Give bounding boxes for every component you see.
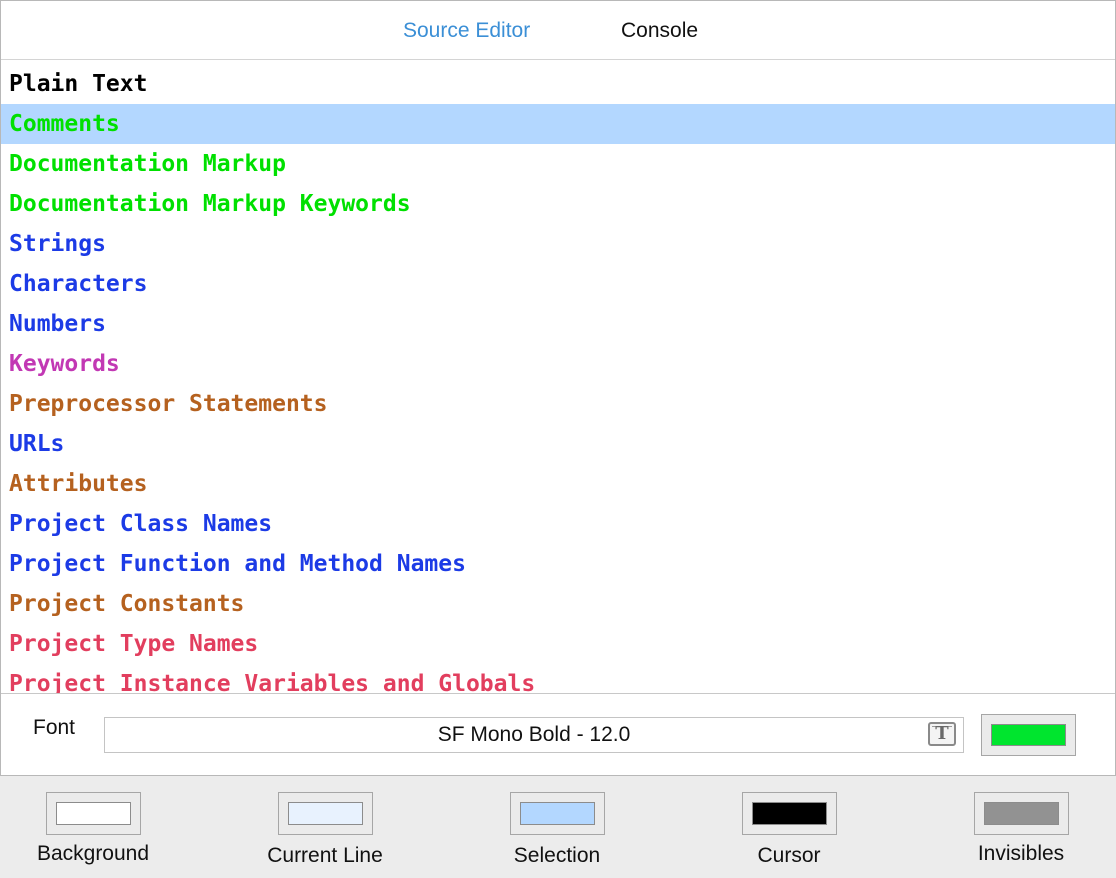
color-label: Selection (513, 844, 601, 867)
text-color-well[interactable] (981, 714, 1076, 756)
font-T-icon[interactable] (928, 722, 956, 746)
syntax-item[interactable]: Numbers (1, 304, 1115, 344)
color-swatch (984, 802, 1059, 825)
color-option-background: Background (0, 776, 209, 878)
color-option-current-line: Current Line (209, 776, 441, 878)
text-color-swatch (991, 724, 1066, 746)
syntax-item[interactable]: URLs (1, 424, 1115, 464)
syntax-item[interactable]: Project Function and Method Names (1, 544, 1115, 584)
syntax-item[interactable]: Attributes (1, 464, 1115, 504)
color-well[interactable] (974, 792, 1069, 835)
color-well[interactable] (46, 792, 141, 835)
color-swatch (288, 802, 363, 825)
syntax-item[interactable]: Keywords (1, 344, 1115, 384)
color-well[interactable] (742, 792, 837, 835)
color-well[interactable] (278, 792, 373, 835)
color-option-selection: Selection (441, 776, 673, 878)
font-row: Font SF Mono Bold - 12.0 (1, 694, 1115, 775)
syntax-item[interactable]: Characters (1, 264, 1115, 304)
color-label: Cursor (757, 844, 821, 867)
syntax-item[interactable]: Strings (1, 224, 1115, 264)
syntax-category-list[interactable]: Plain Text Comments Documentation Markup Do… (1, 64, 1115, 694)
color-label: Background (36, 842, 150, 865)
editor-colors-bar: Background Current Line Selection Cursor Inv… (0, 776, 1116, 878)
syntax-item[interactable]: Project Instance Variables and Globals (1, 664, 1115, 693)
font-label: Font (33, 716, 76, 739)
color-label: Current Line (267, 844, 383, 867)
tab-source-editor[interactable]: Source Editor (403, 18, 530, 44)
syntax-item[interactable]: Plain Text (1, 64, 1115, 104)
syntax-item[interactable]: Project Class Names (1, 504, 1115, 544)
tab-console[interactable]: Console (621, 18, 698, 44)
syntax-item[interactable]: Documentation Markup Keywords (1, 184, 1115, 224)
color-swatch (520, 802, 595, 825)
color-option-cursor: Cursor (673, 776, 905, 878)
font-field: SF Mono Bold - 12.0 (104, 717, 964, 753)
color-swatch (752, 802, 827, 825)
syntax-item[interactable]: Preprocessor Statements (1, 384, 1115, 424)
syntax-item[interactable]: Project Constants (1, 584, 1115, 624)
color-well[interactable] (510, 792, 605, 835)
color-label: Invisibles (977, 842, 1065, 865)
tab-bar: Source Editor Console (1, 1, 1115, 60)
syntax-item[interactable]: Documentation Markup (1, 144, 1115, 184)
syntax-item[interactable]: Project Type Names (1, 624, 1115, 664)
syntax-item[interactable]: Comments (1, 104, 1115, 144)
color-option-invisibles: Invisibles (905, 776, 1116, 878)
editor-theme-panel: Source Editor Console Plain Text Comments… (0, 0, 1116, 776)
color-swatch (56, 802, 131, 825)
